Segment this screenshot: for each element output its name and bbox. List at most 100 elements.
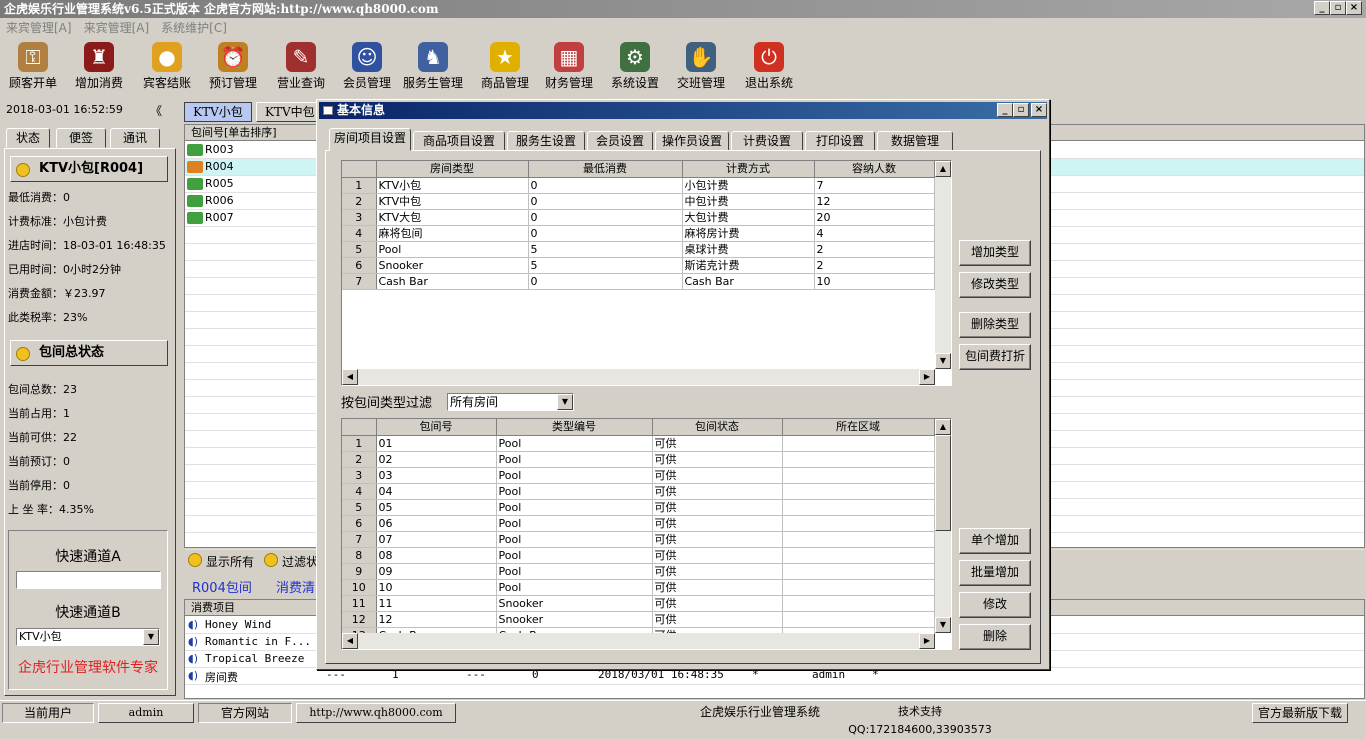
table-cell[interactable]: 0 <box>528 193 683 210</box>
filter-show-all[interactable]: 显示所有 <box>206 553 254 570</box>
table-row[interactable]: 2 02 Pool 可供 <box>342 451 935 468</box>
table-cell[interactable]: 05 <box>376 499 497 516</box>
table-cell[interactable]: KTV中包 <box>376 193 529 210</box>
type-grid-scrollbar[interactable]: ▲ ▼ <box>935 161 951 369</box>
minimize-button[interactable]: _ <box>1314 1 1330 15</box>
table-cell[interactable]: 可供 <box>652 595 783 612</box>
table-row[interactable]: 5 Pool 5 桌球计费 2 <box>342 241 935 258</box>
table-cell[interactable]: Pool <box>496 483 653 500</box>
table-cell[interactable]: Pool <box>376 241 529 258</box>
table-cell[interactable]: 5 <box>528 257 683 274</box>
table-cell[interactable] <box>782 547 935 564</box>
filter-status[interactable]: 过滤状 <box>282 553 318 570</box>
room-scroll-left-icon[interactable]: ◀ <box>342 633 358 649</box>
filter-dropdown-icon[interactable]: ▼ <box>557 394 573 410</box>
column-header[interactable]: 容纳人数 <box>814 161 935 178</box>
room-scroll-right-icon[interactable]: ▶ <box>919 633 935 649</box>
table-cell[interactable]: 麻将房计费 <box>682 225 815 242</box>
table-row[interactable]: 7 Cash Bar 0 Cash Bar 10 <box>342 273 935 290</box>
toolbar-button-8[interactable]: ▦ 财务管理 <box>536 38 602 94</box>
table-cell[interactable]: KTV小包 <box>376 177 529 194</box>
latest-version-link[interactable]: 官方最新版下载 <box>1252 703 1348 723</box>
quick-b-dropdown-icon[interactable]: ▼ <box>143 629 159 645</box>
table-row[interactable]: 2 KTV中包 0 中包计费 12 <box>342 193 935 210</box>
column-header[interactable]: 类型编号 <box>496 419 653 436</box>
consume-link[interactable]: 消费清 <box>276 577 315 596</box>
dialog-tab-6[interactable]: 打印设置 <box>805 131 875 151</box>
table-row[interactable]: 1 KTV小包 0 小包计费 7 <box>342 177 935 194</box>
dialog-close-button[interactable]: × <box>1031 103 1047 117</box>
dialog-tab-3[interactable]: 会员设置 <box>587 131 653 151</box>
table-cell[interactable]: Snooker <box>496 595 653 612</box>
toolbar-button-4[interactable]: ✎ 营业查询 <box>268 38 334 94</box>
maximize-button[interactable]: ▫ <box>1330 1 1346 15</box>
table-row[interactable]: 3 03 Pool 可供 <box>342 467 935 484</box>
table-cell[interactable] <box>782 531 935 548</box>
tab-ktv-small[interactable]: KTV小包 <box>184 102 252 122</box>
table-row[interactable]: 6 06 Pool 可供 <box>342 515 935 532</box>
table-cell[interactable]: Snooker <box>376 257 529 274</box>
table-cell[interactable]: 可供 <box>652 499 783 516</box>
close-button[interactable]: × <box>1346 1 1362 15</box>
dialog-tab-2[interactable]: 服务生设置 <box>507 131 585 151</box>
table-cell[interactable]: 0 <box>528 209 683 226</box>
delete-room-button[interactable]: 删除 <box>959 624 1031 650</box>
table-cell[interactable]: 01 <box>376 435 497 452</box>
table-cell[interactable]: 12 <box>376 611 497 628</box>
dialog-tab-1[interactable]: 商品项目设置 <box>413 131 505 151</box>
table-cell[interactable]: 09 <box>376 563 497 580</box>
toolbar-button-9[interactable]: ⚙ 系统设置 <box>602 38 668 94</box>
consume-row[interactable]: ◖) 房间费 <box>185 668 1364 685</box>
scroll-down-icon[interactable]: ▼ <box>935 353 951 369</box>
quick-a-input[interactable] <box>16 571 161 589</box>
dialog-tab-0[interactable]: 房间项目设置 <box>329 128 411 151</box>
column-header[interactable]: 所在区域 <box>782 419 935 436</box>
type-grid-hscrollbar[interactable]: ◀ ▶ <box>342 369 935 385</box>
table-cell[interactable] <box>782 579 935 596</box>
table-cell[interactable]: 08 <box>376 547 497 564</box>
menu-system[interactable]: 系统维护[C] <box>161 21 227 35</box>
table-cell[interactable]: 可供 <box>652 563 783 580</box>
dialog-tab-4[interactable]: 操作员设置 <box>655 131 729 151</box>
table-row[interactable]: 9 09 Pool 可供 <box>342 563 935 580</box>
table-cell[interactable] <box>782 467 935 484</box>
table-cell[interactable]: 06 <box>376 515 497 532</box>
dialog-maximize-button[interactable]: ▫ <box>1013 103 1029 117</box>
column-header[interactable]: 房间类型 <box>376 161 529 178</box>
quick-b-select[interactable]: KTV小包 <box>16 628 160 646</box>
column-header[interactable]: 包间号 <box>376 419 497 436</box>
table-cell[interactable]: Snooker <box>496 611 653 628</box>
table-cell[interactable]: 11 <box>376 595 497 612</box>
table-cell[interactable] <box>782 595 935 612</box>
table-cell[interactable]: 大包计费 <box>682 209 815 226</box>
table-cell[interactable]: 0 <box>528 225 683 242</box>
table-cell[interactable]: 10 <box>376 579 497 596</box>
table-cell[interactable]: 可供 <box>652 467 783 484</box>
edit-room-button[interactable]: 修改 <box>959 592 1031 618</box>
tab-comm[interactable]: 通讯 <box>110 128 160 148</box>
table-cell[interactable] <box>782 483 935 500</box>
table-cell[interactable]: 10 <box>814 273 935 290</box>
table-cell[interactable]: 0 <box>528 273 683 290</box>
scroll-left-icon[interactable]: ◀ <box>342 369 358 385</box>
column-header[interactable]: 计费方式 <box>682 161 815 178</box>
toolbar-button-7[interactable]: ★ 商品管理 <box>472 38 538 94</box>
table-cell[interactable] <box>782 499 935 516</box>
table-cell[interactable]: 12 <box>814 193 935 210</box>
table-row[interactable]: 5 05 Pool 可供 <box>342 499 935 516</box>
table-row[interactable]: 3 KTV大包 0 大包计费 20 <box>342 209 935 226</box>
column-header[interactable]: 最低消费 <box>528 161 683 178</box>
table-row[interactable]: 6 Snooker 5 斯诺克计费 2 <box>342 257 935 274</box>
table-cell[interactable]: Cash Bar <box>376 273 529 290</box>
menu-guest-2[interactable]: 来宾管理[A] <box>84 21 150 35</box>
dialog-minimize-button[interactable]: _ <box>997 103 1013 117</box>
table-cell[interactable]: Pool <box>496 547 653 564</box>
table-cell[interactable]: Pool <box>496 499 653 516</box>
table-cell[interactable]: Pool <box>496 435 653 452</box>
toolbar-button-5[interactable]: ☺ 会员管理 <box>334 38 400 94</box>
dialog-tab-5[interactable]: 计费设置 <box>731 131 803 151</box>
collapse-button[interactable]: 《 <box>150 102 162 119</box>
tab-status[interactable]: 状态 <box>6 128 50 148</box>
room-discount-button[interactable]: 包间费打折 <box>959 344 1031 370</box>
table-cell[interactable]: 小包计费 <box>682 177 815 194</box>
